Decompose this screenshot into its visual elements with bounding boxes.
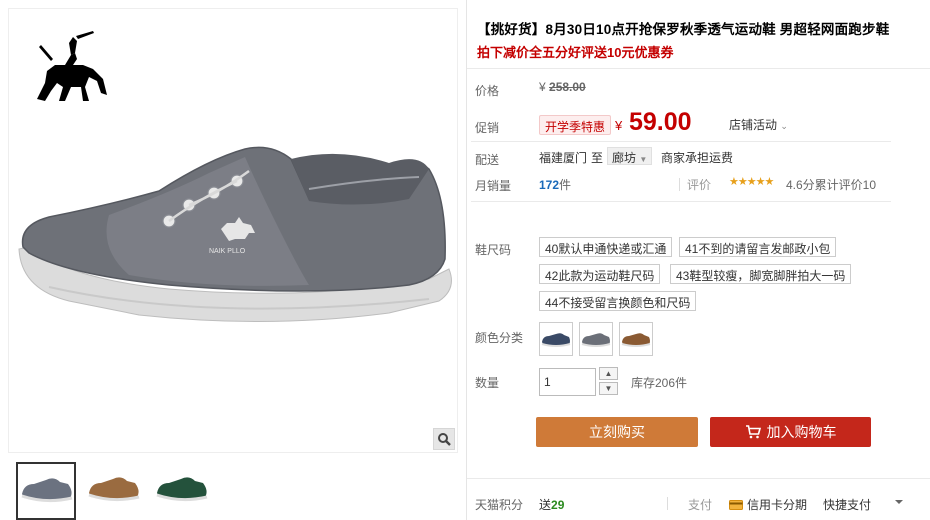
size-option-43[interactable]: 43鞋型较瘦，脚宽脚胖拍大一码 [670, 264, 852, 284]
quick-pay[interactable]: 快捷支付 [823, 496, 871, 513]
shipping-label: 配送 [475, 153, 500, 167]
add-to-cart-button[interactable]: 加入购物车 [710, 417, 871, 447]
footer-divider [467, 478, 930, 479]
shoe-swatch-icon [621, 333, 651, 347]
product-gallery: NAIK PLLO [8, 8, 458, 520]
monthly-sales: 172件 [539, 176, 571, 193]
thumbnail-strip [16, 462, 212, 520]
rating-stars[interactable]: ★★★★★ [729, 175, 774, 188]
shoe-thumbnail-icon [88, 477, 140, 502]
color-swatch-brown[interactable] [619, 322, 653, 356]
thumbnail-3[interactable] [152, 462, 212, 520]
shoe-thumbnail-icon [156, 477, 208, 502]
review-label: 评价 [687, 178, 712, 192]
thumbnail-1[interactable] [16, 462, 76, 520]
color-swatch-grey[interactable] [579, 322, 613, 356]
color-label: 颜色分类 [475, 331, 524, 345]
payment-label: 支付 [688, 498, 713, 512]
points-number: 29 [551, 498, 565, 512]
shoe-image: NAIK PLLO [18, 146, 452, 323]
currency-symbol: ¥ [539, 80, 546, 94]
stats-separator [679, 178, 680, 191]
points-value: 送29 [539, 496, 564, 513]
product-subtitle: 拍下减价全五分好评送10元优惠券 [477, 45, 674, 60]
ship-from: 福建厦门 [539, 151, 588, 165]
shoe-swatch-icon [541, 333, 571, 347]
points-prefix: 送 [539, 498, 552, 512]
quantity-increase-button[interactable]: ▲ [599, 367, 618, 380]
shop-activity-dropdown[interactable]: 店铺活动 ⌄ [729, 116, 788, 133]
payment-separator [667, 497, 668, 510]
stock-count: 库存206件 [631, 376, 688, 390]
product-info-panel: 【挑好货】8月30日10点开抢保罗秋季透气运动鞋 男超轻网面跑步鞋 拍下减价全五… [467, 0, 930, 520]
title-divider [467, 68, 930, 69]
size-option-42[interactable]: 42此款为运动鞋尺码 [539, 264, 661, 284]
shoe-thumbnail-icon [21, 478, 73, 503]
ship-to-word: 至 [591, 151, 604, 165]
promo-label: 促销 [475, 121, 500, 135]
thumbnail-2[interactable] [84, 462, 144, 520]
current-price: 59.00 [629, 108, 692, 136]
chevron-down-icon: ⌄ [780, 121, 788, 131]
promo-badge: 开学季特惠 [539, 115, 612, 135]
sales-label: 月销量 [475, 179, 512, 193]
dropdown-arrow-icon: ▼ [639, 155, 648, 164]
sales-unit: 件 [559, 178, 572, 192]
original-price: ¥ 258.00 [539, 80, 586, 94]
size-option-44[interactable]: 44不接受留言换颜色和尺码 [539, 291, 697, 311]
price-divider [471, 141, 891, 142]
quantity-label: 数量 [475, 376, 500, 390]
payment-more-icon[interactable] [895, 500, 903, 504]
credit-card-label: 信用卡分期 [747, 498, 808, 512]
product-title: 【挑好货】8月30日10点开抢保罗秋季透气运动鞋 男超轻网面跑步鞋 [477, 22, 890, 37]
size-label: 鞋尺码 [475, 243, 512, 257]
brand-logo [37, 31, 107, 101]
shoe-brand-text: NAIK PLLO [209, 248, 246, 255]
stats-divider [471, 201, 891, 202]
ship-to-selector[interactable]: 廊坊 ▼ [607, 147, 653, 165]
buy-now-button[interactable]: 立刻购买 [536, 417, 698, 447]
shop-activity-label: 店铺活动 [729, 118, 778, 132]
credit-card-icon [729, 499, 743, 510]
credit-card-installment[interactable]: 信用卡分期 [729, 496, 807, 513]
arrow-up-icon: ▲ [604, 369, 613, 378]
add-to-cart-label: 加入购物车 [766, 424, 837, 440]
main-product-image[interactable]: NAIK PLLO [8, 8, 458, 453]
zoom-button[interactable] [433, 428, 455, 450]
color-swatch-navy[interactable] [539, 322, 573, 356]
magnifier-icon [438, 433, 451, 446]
ship-to-value: 廊坊 [612, 151, 637, 165]
original-price-value: 258.00 [549, 80, 586, 94]
current-currency-symbol: ¥ [615, 118, 623, 133]
review-summary-link[interactable]: 4.6分累计评价10 [786, 176, 876, 193]
shipping-fee: 商家承担运费 [661, 151, 734, 165]
cart-icon [745, 425, 761, 439]
size-option-41[interactable]: 41不到的请留言发邮政小包 [679, 237, 837, 257]
quantity-input[interactable] [539, 368, 596, 396]
price-label: 价格 [475, 84, 500, 98]
arrow-down-icon: ▼ [604, 384, 613, 393]
shoe-swatch-icon [581, 333, 611, 347]
sales-count: 172 [539, 178, 560, 192]
points-label: 天猫积分 [475, 498, 524, 512]
quantity-decrease-button[interactable]: ▼ [599, 382, 618, 395]
size-option-40[interactable]: 40默认申通快递或汇通 [539, 237, 673, 257]
